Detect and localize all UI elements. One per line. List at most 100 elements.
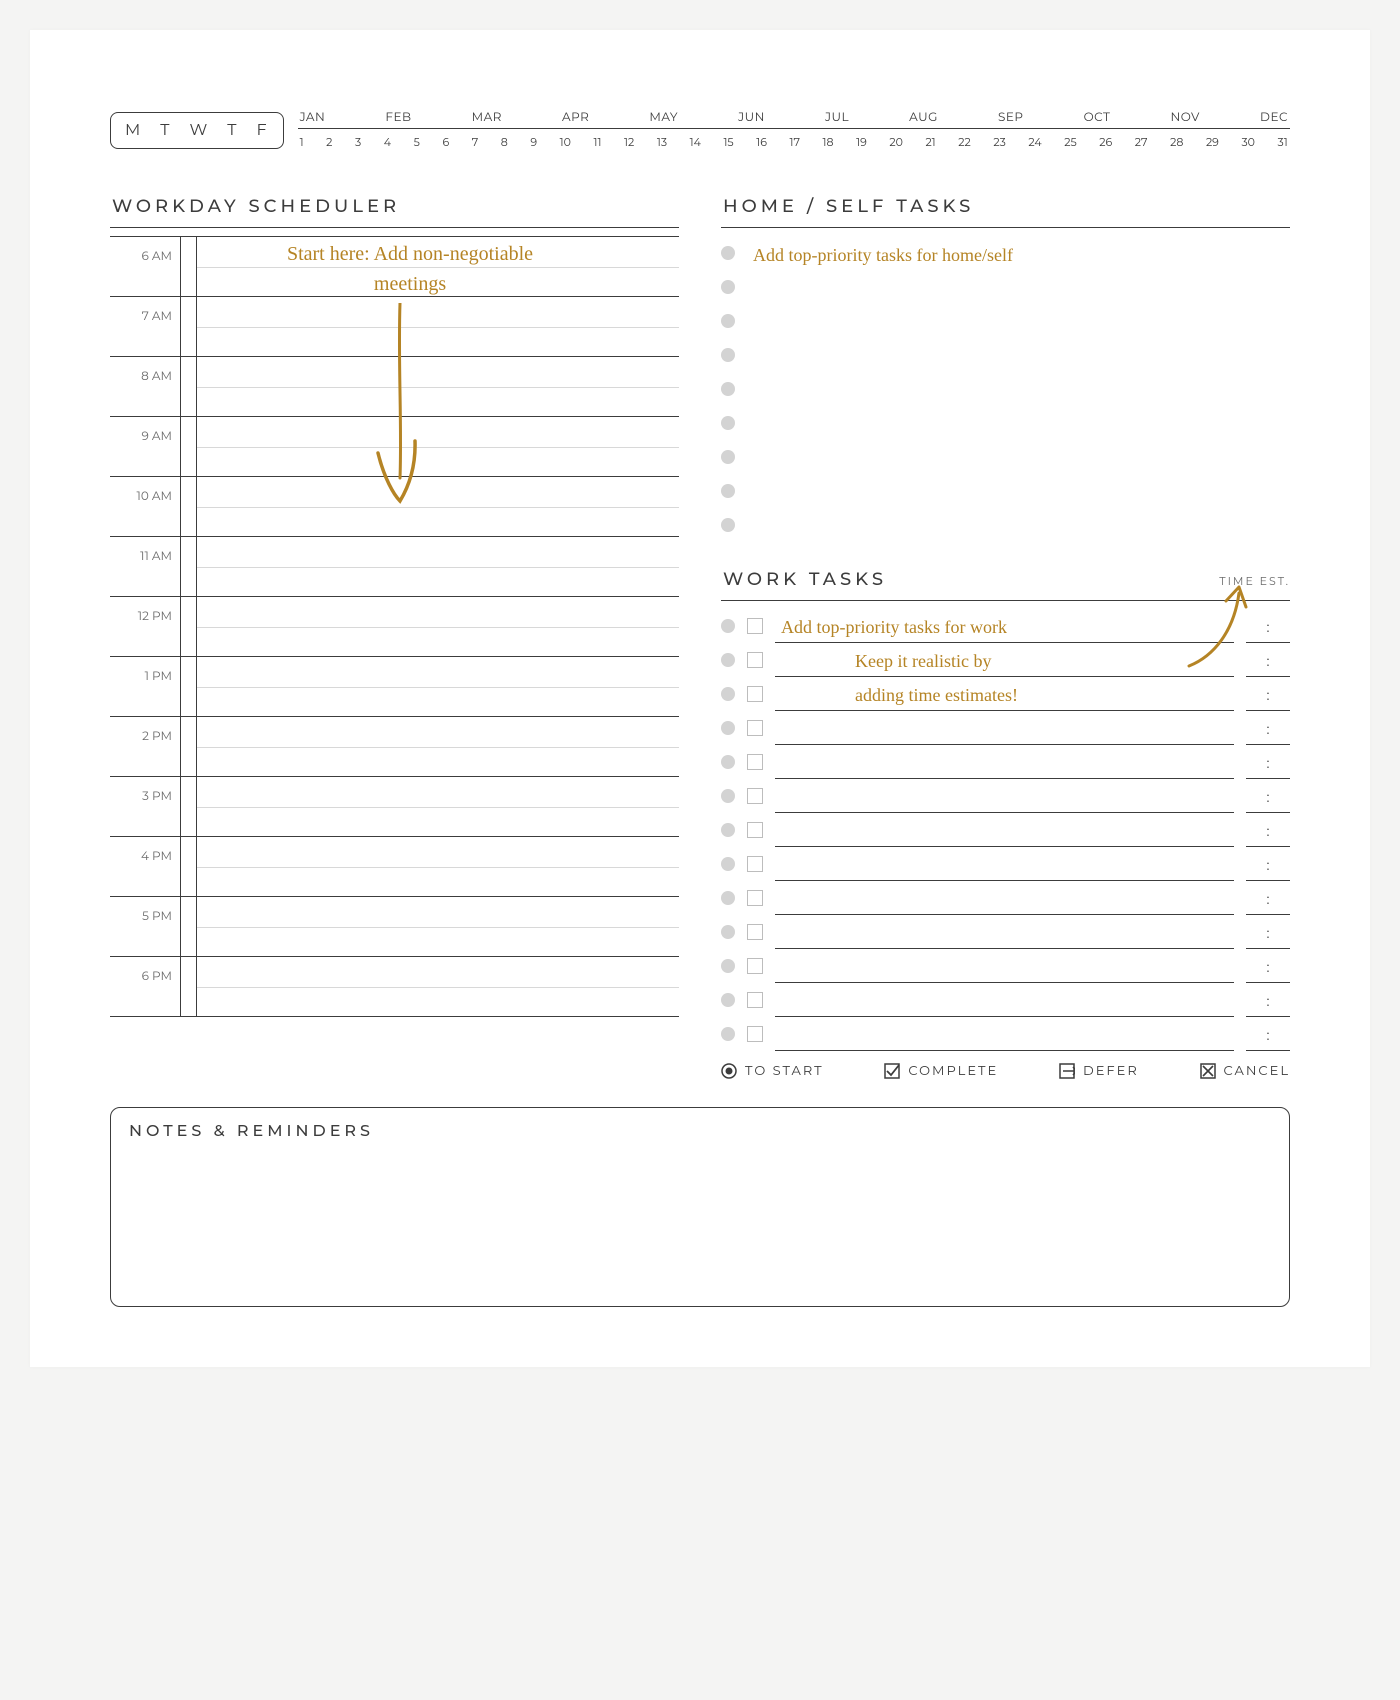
month-label[interactable]: JAN	[300, 110, 326, 125]
months-row[interactable]: JANFEBMARAPRMAYJUNJULAUGSEPOCTNOVDEC	[298, 110, 1290, 129]
month-label[interactable]: FEB	[385, 110, 411, 125]
task-line[interactable]	[747, 372, 1290, 406]
work-task-row[interactable]	[721, 813, 1290, 847]
month-label[interactable]: MAR	[472, 110, 502, 125]
time-est-field[interactable]	[1246, 677, 1290, 711]
time-est-field[interactable]	[1246, 949, 1290, 983]
checkbox-icon[interactable]	[747, 924, 763, 940]
day-label[interactable]: 28	[1170, 135, 1183, 149]
work-task-row[interactable]	[721, 847, 1290, 881]
day-label[interactable]: 30	[1241, 135, 1255, 149]
work-task-row[interactable]	[721, 983, 1290, 1017]
time-est-field[interactable]	[1246, 711, 1290, 745]
checkbox-icon[interactable]	[747, 754, 763, 770]
day-label[interactable]: 11	[594, 135, 602, 149]
home-task-row[interactable]	[721, 372, 1290, 406]
task-line[interactable]	[747, 406, 1290, 440]
day-label[interactable]: 12	[624, 135, 634, 149]
task-line[interactable]	[747, 338, 1290, 372]
weekday-option[interactable]: M	[125, 121, 142, 140]
day-label[interactable]: 22	[958, 135, 971, 149]
day-label[interactable]: 6	[442, 135, 449, 149]
time-est-field[interactable]	[1246, 813, 1290, 847]
home-task-row[interactable]	[721, 338, 1290, 372]
task-line[interactable]: Keep it realistic by	[775, 643, 1234, 677]
day-label[interactable]: 13	[657, 135, 667, 149]
day-label[interactable]: 10	[560, 135, 571, 149]
month-label[interactable]: SEP	[998, 110, 1024, 125]
checkbox-icon[interactable]	[747, 652, 763, 668]
time-est-field[interactable]	[1246, 779, 1290, 813]
day-label[interactable]: 8	[501, 135, 508, 149]
day-label[interactable]: 5	[414, 135, 420, 149]
task-line[interactable]	[775, 847, 1234, 881]
time-est-field[interactable]	[1246, 983, 1290, 1017]
task-line[interactable]	[775, 915, 1234, 949]
weekday-picker[interactable]: MTWTF	[110, 112, 284, 149]
checkbox-icon[interactable]	[747, 856, 763, 872]
checkbox-icon[interactable]	[747, 788, 763, 804]
checkbox-icon[interactable]	[747, 958, 763, 974]
work-task-row[interactable]	[721, 881, 1290, 915]
work-task-row[interactable]	[721, 711, 1290, 745]
task-line[interactable]	[775, 949, 1234, 983]
task-line[interactable]: adding time estimates!	[775, 677, 1234, 711]
hour-row[interactable]: 8 AM	[110, 357, 679, 417]
work-task-row[interactable]	[721, 1017, 1290, 1051]
task-line[interactable]	[775, 881, 1234, 915]
hour-row[interactable]: 6 PM	[110, 957, 679, 1017]
task-line[interactable]	[775, 813, 1234, 847]
time-est-field[interactable]	[1246, 643, 1290, 677]
hour-row[interactable]: 9 AM	[110, 417, 679, 477]
month-label[interactable]: DEC	[1260, 110, 1288, 125]
checkbox-icon[interactable]	[747, 890, 763, 906]
hour-row[interactable]: 3 PM	[110, 777, 679, 837]
work-task-row[interactable]	[721, 915, 1290, 949]
task-line[interactable]: Add top-priority tasks for work	[775, 609, 1234, 643]
task-line[interactable]	[775, 711, 1234, 745]
weekday-option[interactable]: T	[160, 121, 171, 140]
task-line[interactable]	[747, 508, 1290, 542]
day-label[interactable]: 7	[472, 135, 478, 149]
day-label[interactable]: 26	[1099, 135, 1112, 149]
day-label[interactable]: 24	[1028, 135, 1041, 149]
task-line[interactable]	[747, 304, 1290, 338]
home-task-row[interactable]	[721, 474, 1290, 508]
task-line[interactable]	[775, 779, 1234, 813]
work-task-row[interactable]	[721, 745, 1290, 779]
home-task-row[interactable]	[721, 270, 1290, 304]
hour-row[interactable]: 1 PM	[110, 657, 679, 717]
work-task-row[interactable]: adding time estimates!	[721, 677, 1290, 711]
time-est-field[interactable]	[1246, 1017, 1290, 1051]
day-label[interactable]: 25	[1064, 135, 1076, 149]
day-label[interactable]: 17	[789, 135, 799, 149]
day-label[interactable]: 4	[384, 135, 391, 149]
task-line[interactable]	[747, 474, 1290, 508]
work-task-row[interactable]: Keep it realistic by	[721, 643, 1290, 677]
time-est-field[interactable]	[1246, 881, 1290, 915]
days-row[interactable]: 1234567891011121314151617181920212223242…	[298, 133, 1290, 149]
hour-row[interactable]: 7 AM	[110, 297, 679, 357]
weekday-option[interactable]: T	[227, 121, 238, 140]
checkbox-icon[interactable]	[747, 720, 763, 736]
work-task-list[interactable]: Add top-priority tasks for workKeep it r…	[721, 609, 1290, 1051]
task-line[interactable]	[775, 1017, 1234, 1051]
task-line[interactable]	[747, 440, 1290, 474]
home-task-row[interactable]: Add top-priority tasks for home/self	[721, 236, 1290, 270]
hour-row[interactable]: 2 PM	[110, 717, 679, 777]
month-label[interactable]: JUN	[738, 110, 765, 125]
day-label[interactable]: 3	[355, 135, 361, 149]
day-label[interactable]: 27	[1135, 135, 1148, 149]
scheduler-grid[interactable]: 6 AM7 AM8 AM9 AM10 AM11 AM12 PM1 PM2 PM3…	[110, 236, 679, 1017]
home-task-row[interactable]	[721, 304, 1290, 338]
task-line[interactable]	[775, 983, 1234, 1017]
time-est-field[interactable]	[1246, 745, 1290, 779]
checkbox-icon[interactable]	[747, 618, 763, 634]
day-label[interactable]: 18	[823, 135, 834, 149]
day-label[interactable]: 20	[889, 135, 903, 149]
day-label[interactable]: 31	[1278, 135, 1288, 149]
month-label[interactable]: APR	[562, 110, 589, 125]
month-label[interactable]: NOV	[1170, 110, 1199, 125]
month-label[interactable]: OCT	[1084, 110, 1111, 125]
month-label[interactable]: AUG	[909, 110, 938, 125]
